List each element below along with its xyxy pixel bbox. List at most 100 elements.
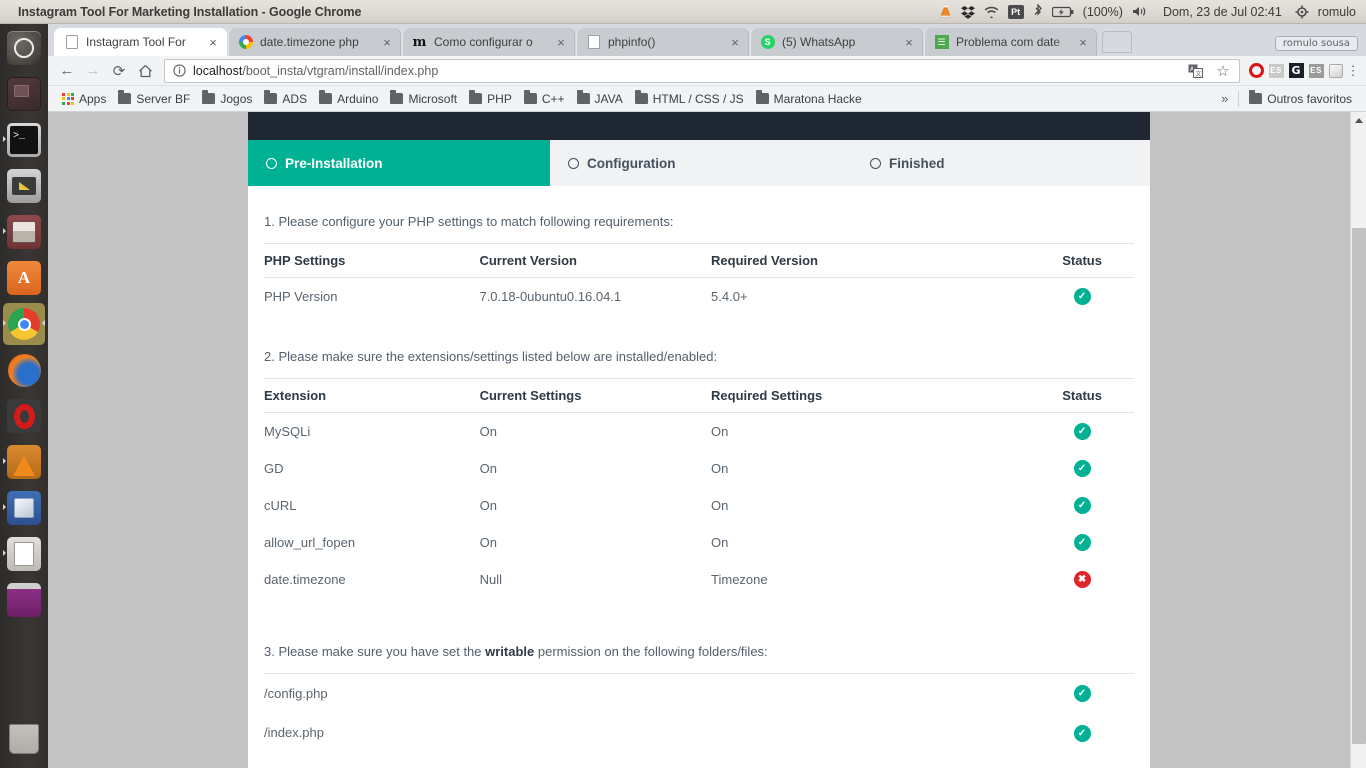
installer-page: Pre-Installation Configuration Finished … xyxy=(248,112,1150,768)
status-badge-ok: ✓ xyxy=(1073,288,1091,306)
bookmark-html-css-js[interactable]: HTML / CSS / JS xyxy=(629,90,750,108)
close-icon[interactable]: × xyxy=(1075,36,1091,49)
php-settings-table: PHP Settings Current Version Required Ve… xyxy=(264,243,1134,315)
bookmark-label: Arduino xyxy=(337,91,379,106)
sidebar-item-ubuntu-software[interactable]: A xyxy=(3,257,45,299)
permission-row-index: /index.php ✓ xyxy=(264,713,1134,752)
close-icon[interactable]: × xyxy=(379,36,395,49)
cell-required: On xyxy=(711,424,729,440)
vlc-tray-icon[interactable] xyxy=(939,4,952,19)
cell-name: MySQLi xyxy=(264,424,311,440)
chrome-menu-button[interactable]: ⋮ xyxy=(1346,64,1360,77)
sidebar-item-software-center[interactable] xyxy=(3,579,45,621)
clock[interactable]: Dom, 23 de Jul 02:41 xyxy=(1163,5,1282,19)
sidebar-item-opera[interactable] xyxy=(3,395,45,437)
bookmark-java[interactable]: JAVA xyxy=(571,90,629,108)
tab-title: (5) WhatsApp xyxy=(782,35,856,49)
cell-status: ✓ xyxy=(1030,487,1134,524)
installer-body: 1. Please configure your PHP settings to… xyxy=(248,186,1150,753)
tab-pre-installation[interactable]: Pre-Installation xyxy=(248,140,550,186)
sidebar-item-vlc[interactable] xyxy=(3,441,45,483)
bookmarks-bar: Apps Server BF Jogos ADS Arduino Microso… xyxy=(48,86,1366,112)
page-icon xyxy=(64,35,79,50)
es2-extension-icon[interactable]: ES xyxy=(1306,61,1326,81)
bookmark-arduino[interactable]: Arduino xyxy=(313,90,384,108)
sidebar-item-workspace-switcher[interactable] xyxy=(3,73,45,115)
sidebar-item-virtualbox[interactable] xyxy=(3,487,45,529)
sidebar-item-text-editor[interactable] xyxy=(3,533,45,575)
browser-toolbar: ← → ⟳ localhost /boot_insta/vtgram/insta… xyxy=(48,56,1366,86)
sidebar-item-display-settings[interactable] xyxy=(3,165,45,207)
close-icon[interactable]: × xyxy=(901,36,917,49)
battery-tray-icon[interactable] xyxy=(1051,6,1074,18)
sidebar-item-google-chrome[interactable] xyxy=(3,303,45,345)
vertical-scrollbar[interactable] xyxy=(1350,112,1366,768)
chrome-window: Instagram Tool For × date.timezone php ×… xyxy=(48,24,1366,768)
browser-tab-6[interactable]: ☰ Problema com date × xyxy=(924,28,1097,56)
keyboard-layout-indicator[interactable]: Pt xyxy=(1007,4,1024,19)
status-badge-ok: ✓ xyxy=(1073,497,1091,515)
username-label[interactable]: romulo xyxy=(1318,5,1356,19)
cell-name: cURL xyxy=(264,498,297,514)
bookmark-star-icon[interactable]: ☆ xyxy=(1213,61,1233,81)
cell-required: On xyxy=(711,535,729,551)
bookmark-maratona-hacker[interactable]: Maratona Hacke xyxy=(750,90,868,108)
tab-title: Instagram Tool For xyxy=(86,35,186,49)
bookmark-cpp[interactable]: C++ xyxy=(518,90,571,108)
folder-icon xyxy=(634,90,648,104)
sidebar-item-trash[interactable] xyxy=(3,718,45,760)
cube-extension-icon[interactable] xyxy=(1326,61,1346,81)
browser-tab-2[interactable]: date.timezone php × xyxy=(228,28,401,56)
translate-icon[interactable]: A文 xyxy=(1185,61,1205,81)
scrollbar-thumb[interactable] xyxy=(1352,228,1366,744)
sidebar-item-firefox[interactable] xyxy=(3,349,45,391)
bookmark-server-bf[interactable]: Server BF xyxy=(112,90,196,108)
sidebar-item-file-manager[interactable] xyxy=(3,211,45,253)
dropbox-tray-icon[interactable] xyxy=(960,5,975,19)
wifi-tray-icon[interactable] xyxy=(984,5,999,18)
bookmark-jogos[interactable]: Jogos xyxy=(196,90,258,108)
sidebar-item-terminal[interactable]: >_ xyxy=(3,119,45,161)
tab-configuration[interactable]: Configuration xyxy=(550,140,852,186)
address-bar[interactable]: localhost /boot_insta/vtgram/install/ind… xyxy=(164,58,1240,83)
es-extension-icon[interactable]: ES xyxy=(1266,61,1286,81)
close-icon[interactable]: × xyxy=(205,36,221,49)
reload-button[interactable]: ⟳ xyxy=(106,58,132,84)
cell-current: Null xyxy=(479,572,502,588)
bookmark-microsoft[interactable]: Microsoft xyxy=(384,90,463,108)
new-tab-button[interactable] xyxy=(1102,31,1132,53)
forward-button[interactable]: → xyxy=(80,58,106,84)
tab-label: Pre-Installation xyxy=(285,155,383,171)
bookmarks-divider xyxy=(1238,90,1240,107)
grammarly-extension-icon[interactable]: G xyxy=(1286,61,1306,81)
profile-chip[interactable]: romulo sousa xyxy=(1274,36,1358,51)
home-button[interactable] xyxy=(132,58,158,84)
session-gear-icon[interactable] xyxy=(1295,5,1309,19)
bookmark-other-favorites[interactable]: Outros favoritos xyxy=(1243,90,1358,108)
bookmark-ads[interactable]: ADS xyxy=(258,90,313,108)
close-icon[interactable]: × xyxy=(553,36,569,49)
cell-status: ✓ xyxy=(1030,524,1134,561)
tab-title: Como configurar o xyxy=(434,35,533,49)
scroll-up-arrow-icon[interactable] xyxy=(1351,112,1366,128)
opera-extension-icon[interactable] xyxy=(1246,61,1266,81)
volume-tray-icon[interactable] xyxy=(1132,5,1150,18)
close-icon[interactable]: × xyxy=(727,36,743,49)
bookmark-apps[interactable]: Apps xyxy=(56,90,112,108)
browser-tab-4[interactable]: phpinfo() × xyxy=(576,28,749,56)
cell-current: On xyxy=(479,424,497,440)
browser-tab-1[interactable]: Instagram Tool For × xyxy=(54,28,227,56)
sidebar-item-ubuntu-dash[interactable] xyxy=(3,27,45,69)
site-info-icon[interactable] xyxy=(173,64,186,77)
tab-finished[interactable]: Finished xyxy=(852,140,1154,186)
radio-icon xyxy=(266,157,277,169)
permission-row-config: /config.php ✓ xyxy=(264,674,1134,713)
browser-tab-5[interactable]: S (5) WhatsApp × xyxy=(750,28,923,56)
browser-tab-3[interactable]: m Como configurar o × xyxy=(402,28,575,56)
bookmark-php[interactable]: PHP xyxy=(463,90,518,108)
cell-current: On xyxy=(479,498,497,514)
bookmarks-overflow-button[interactable]: » xyxy=(1215,91,1234,106)
back-button[interactable]: ← xyxy=(54,58,80,84)
bluetooth-tray-icon[interactable] xyxy=(1033,4,1043,19)
bookmark-label: PHP xyxy=(487,91,512,106)
